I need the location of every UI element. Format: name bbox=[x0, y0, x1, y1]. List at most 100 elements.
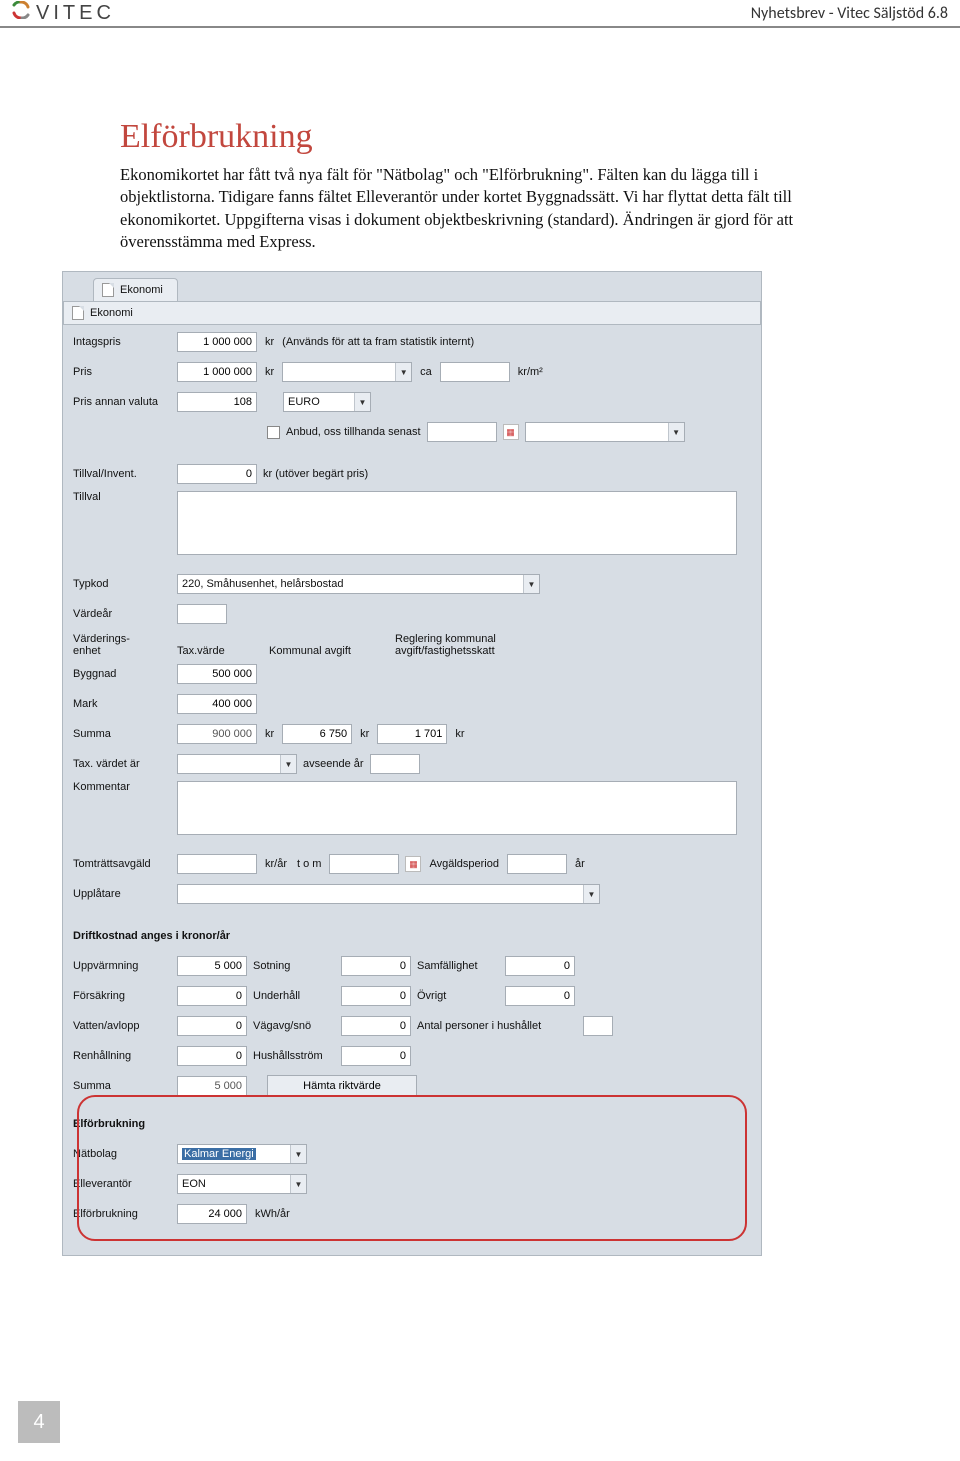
ovrigt-label: Övrigt bbox=[417, 990, 499, 1002]
samfallighet-label: Samfällighet bbox=[417, 960, 499, 972]
samfallighet-input[interactable] bbox=[505, 956, 575, 976]
chevron-down-icon[interactable]: ▼ bbox=[395, 363, 411, 381]
taxvarde-heading: Tax.värde bbox=[177, 645, 263, 657]
kommentar-textarea[interactable] bbox=[177, 781, 737, 835]
avseende-input[interactable] bbox=[370, 754, 420, 774]
driftkostnad-header: Driftkostnad anges i kronor/år bbox=[73, 930, 230, 942]
varderingsenhet-label: Värderings- enhet bbox=[73, 633, 171, 657]
section-header: Ekonomi bbox=[63, 301, 761, 325]
anbud-date-input[interactable] bbox=[427, 422, 497, 442]
forsakring-label: Försäkring bbox=[73, 990, 171, 1002]
typkod-label: Typkod bbox=[73, 578, 171, 590]
hamta-riktvarde-button[interactable]: Hämta riktvärde bbox=[267, 1075, 417, 1097]
unit-ar: år bbox=[573, 858, 587, 870]
sotning-label: Sotning bbox=[253, 960, 335, 972]
hushallsstrom-input[interactable] bbox=[341, 1046, 411, 1066]
natbolag-value: Kalmar Energi bbox=[178, 1148, 290, 1160]
byggnad-label: Byggnad bbox=[73, 668, 171, 680]
page-title: Elförbrukning bbox=[120, 118, 850, 156]
mark-label: Mark bbox=[73, 698, 171, 710]
pris-input[interactable] bbox=[177, 362, 257, 382]
anbud-combo[interactable]: ▼ bbox=[525, 422, 685, 442]
elforbrukning-label: Elförbrukning bbox=[73, 1208, 171, 1220]
summa-input bbox=[177, 724, 257, 744]
tillval-textarea[interactable] bbox=[177, 491, 737, 555]
elleverantor-combo[interactable]: EON ▼ bbox=[177, 1174, 307, 1194]
kommunal-heading: Kommunal avgift bbox=[269, 645, 389, 657]
natbolag-combo[interactable]: Kalmar Energi ▼ bbox=[177, 1144, 307, 1164]
taxvardet-combo[interactable]: ▼ bbox=[177, 754, 297, 774]
unit-kr: kr bbox=[263, 366, 276, 378]
hushallsstrom-label: Hushållsström bbox=[253, 1050, 335, 1062]
vagavg-label: Vägavg/snö bbox=[253, 1020, 335, 1032]
tab-ekonomi[interactable]: Ekonomi bbox=[93, 278, 178, 301]
pris-label: Pris bbox=[73, 366, 171, 378]
vatten-label: Vatten/avlopp bbox=[73, 1020, 171, 1032]
chevron-down-icon[interactable]: ▼ bbox=[354, 393, 370, 411]
reglering-heading: Reglering kommunal avgift/fastighetsskat… bbox=[395, 633, 555, 657]
body-paragraph: Ekonomikortet har fått två nya fält för … bbox=[120, 164, 850, 253]
drift-summa-label: Summa bbox=[73, 1080, 171, 1092]
taxvardet-label: Tax. värdet är bbox=[73, 758, 171, 770]
sotning-input[interactable] bbox=[341, 956, 411, 976]
antal-personer-input[interactable] bbox=[583, 1016, 613, 1036]
chevron-down-icon[interactable]: ▼ bbox=[280, 755, 296, 773]
avseende-label: avseende år bbox=[303, 758, 364, 770]
valuta-combo[interactable]: EURO ▼ bbox=[283, 392, 371, 412]
chevron-down-icon[interactable]: ▼ bbox=[668, 423, 684, 441]
reglering-input[interactable] bbox=[377, 724, 447, 744]
renhallning-input[interactable] bbox=[177, 1046, 247, 1066]
tom-label: t o m bbox=[295, 858, 323, 870]
chevron-down-icon[interactable]: ▼ bbox=[583, 885, 599, 903]
elforbrukning-input[interactable] bbox=[177, 1204, 247, 1224]
elleverantor-label: Elleverantör bbox=[73, 1178, 171, 1190]
intagspris-input[interactable] bbox=[177, 332, 257, 352]
unit-kr: kr bbox=[453, 728, 466, 740]
anbud-label: Anbud, oss tillhanda senast bbox=[286, 426, 421, 438]
upplatare-combo[interactable]: ▼ bbox=[177, 884, 600, 904]
chevron-down-icon[interactable]: ▼ bbox=[290, 1175, 306, 1193]
intagspris-label: Intagspris bbox=[73, 336, 171, 348]
ca-input[interactable] bbox=[440, 362, 510, 382]
upplatare-label: Upplåtare bbox=[73, 888, 171, 900]
pris-combo[interactable]: ▼ bbox=[282, 362, 412, 382]
mark-input[interactable] bbox=[177, 694, 257, 714]
underhall-input[interactable] bbox=[341, 986, 411, 1006]
unit-kwhar: kWh/år bbox=[253, 1208, 292, 1220]
calendar-icon[interactable]: ▦ bbox=[405, 856, 421, 872]
pris-annan-label: Pris annan valuta bbox=[73, 396, 171, 408]
ca-label: ca bbox=[418, 366, 434, 378]
section-label: Ekonomi bbox=[90, 307, 133, 319]
uppvarmning-input[interactable] bbox=[177, 956, 247, 976]
tillval-label: Tillval bbox=[73, 491, 171, 503]
anbud-checkbox[interactable]: Anbud, oss tillhanda senast bbox=[267, 426, 421, 439]
elforbrukning-header: Elförbrukning bbox=[73, 1118, 145, 1130]
unit-kr: kr bbox=[263, 336, 276, 348]
intagspris-hint: (Används för att ta fram statistik inter… bbox=[282, 336, 474, 348]
typkod-value: 220, Småhusenhet, helårsbostad bbox=[178, 578, 523, 590]
page-header: VITEC Nyhetsbrev - Vitec Säljstöd 6.8 bbox=[0, 0, 960, 28]
forsakring-input[interactable] bbox=[177, 986, 247, 1006]
tillval-invent-input[interactable] bbox=[177, 464, 257, 484]
summa-label: Summa bbox=[73, 728, 171, 740]
typkod-combo[interactable]: 220, Småhusenhet, helårsbostad ▼ bbox=[177, 574, 540, 594]
byggnad-input[interactable] bbox=[177, 664, 257, 684]
vardear-input[interactable] bbox=[177, 604, 227, 624]
unit-kr: kr bbox=[263, 728, 276, 740]
drift-summa-input bbox=[177, 1076, 247, 1096]
chevron-down-icon[interactable]: ▼ bbox=[290, 1145, 306, 1163]
calendar-icon[interactable]: ▦ bbox=[503, 424, 519, 440]
avgaldsperiod-input[interactable] bbox=[507, 854, 567, 874]
brand-text: VITEC bbox=[36, 2, 115, 25]
chevron-down-icon[interactable]: ▼ bbox=[523, 575, 539, 593]
kommunal-input[interactable] bbox=[282, 724, 352, 744]
vatten-input[interactable] bbox=[177, 1016, 247, 1036]
tomtratt-input[interactable] bbox=[177, 854, 257, 874]
ovrigt-input[interactable] bbox=[505, 986, 575, 1006]
kommentar-label: Kommentar bbox=[73, 781, 171, 793]
tab-strip: Ekonomi bbox=[63, 272, 761, 301]
vagavg-input[interactable] bbox=[341, 1016, 411, 1036]
pris-annan-input[interactable] bbox=[177, 392, 257, 412]
tom-date-input[interactable] bbox=[329, 854, 399, 874]
unit-krm2: kr/m² bbox=[516, 366, 545, 378]
